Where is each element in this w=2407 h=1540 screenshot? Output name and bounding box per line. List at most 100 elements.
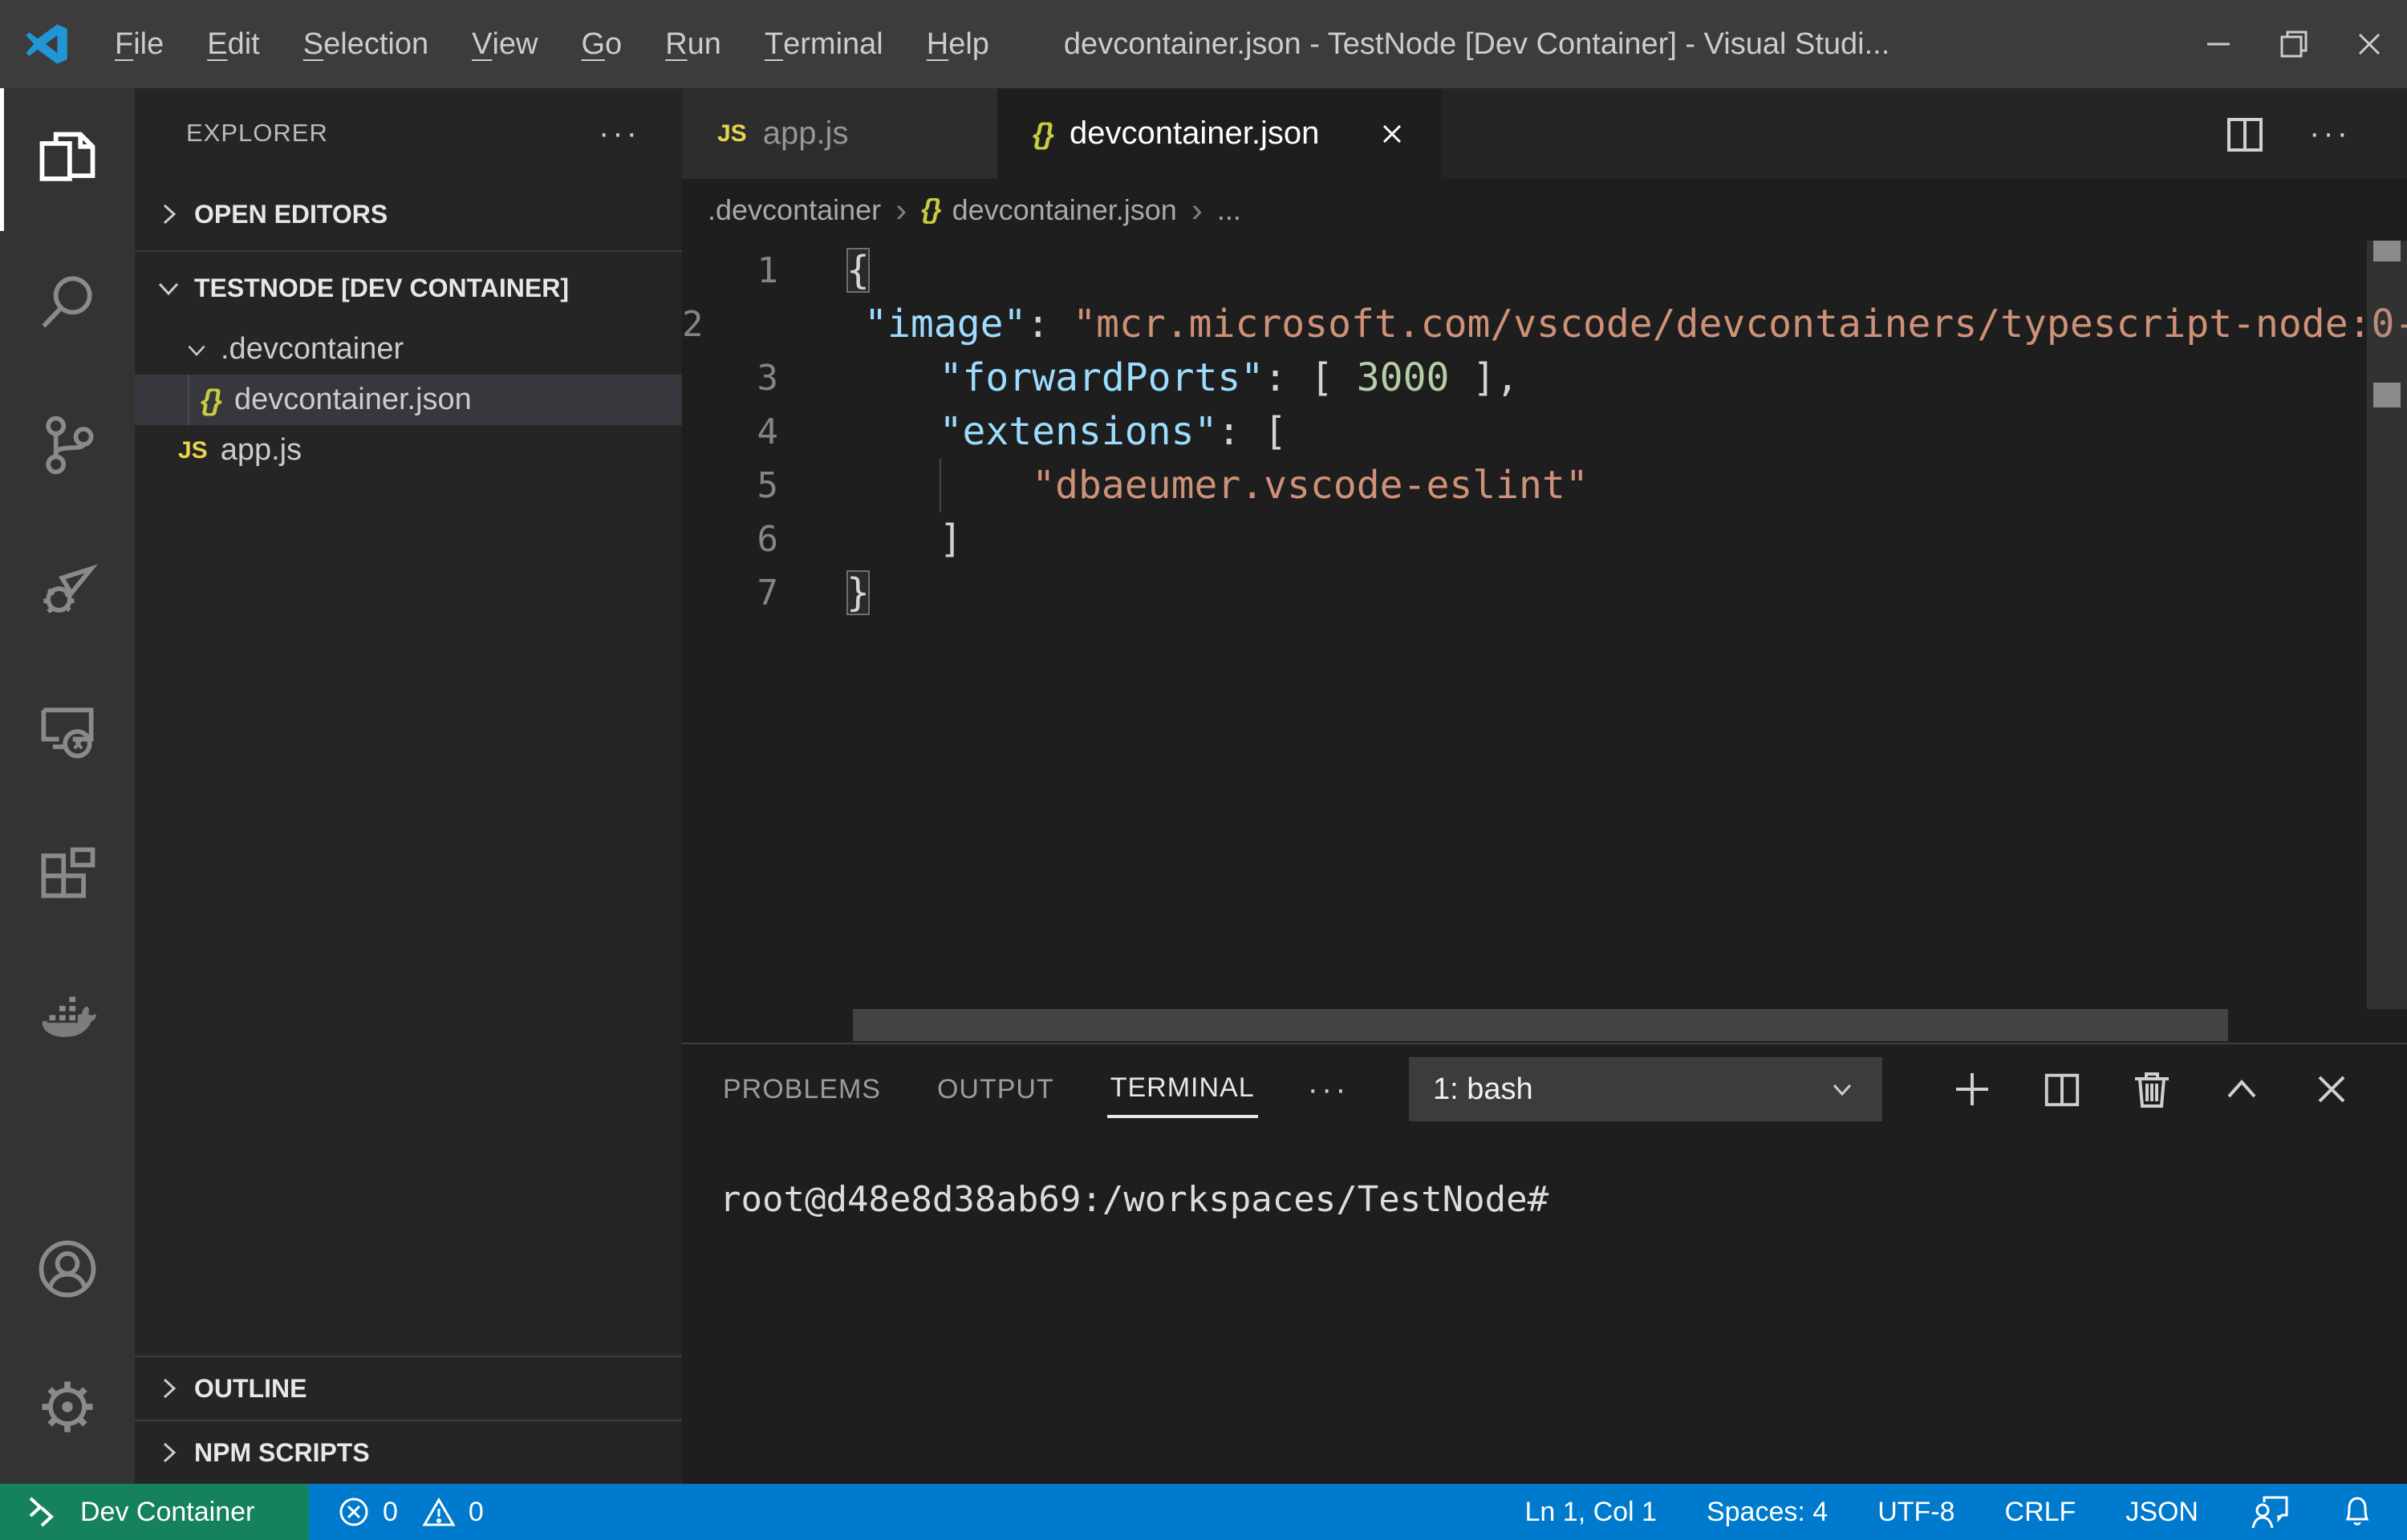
terminal-instance-label: 1: bash bbox=[1433, 1072, 1533, 1107]
tab-problems[interactable]: PROBLEMS bbox=[720, 1063, 884, 1116]
chevron-right-icon bbox=[151, 201, 186, 228]
minimize-button[interactable] bbox=[2181, 0, 2256, 88]
problems-status[interactable]: 0 0 bbox=[336, 1494, 484, 1530]
split-editor-icon bbox=[2224, 113, 2266, 155]
file-label: app.js bbox=[221, 433, 302, 468]
workspace-section[interactable]: TESTNODE [DEV CONTAINER] bbox=[135, 252, 682, 324]
terminal-prompt: root@d48e8d38ab69:/workspaces/TestNode# bbox=[720, 1179, 1549, 1220]
encoding-status[interactable]: UTF-8 bbox=[1877, 1497, 1954, 1528]
docker-icon bbox=[33, 982, 102, 1051]
remote-label: Dev Container bbox=[80, 1497, 254, 1528]
split-editor-button[interactable] bbox=[2224, 113, 2266, 155]
menu-help[interactable]: Help bbox=[905, 0, 1011, 88]
menu-go[interactable]: Go bbox=[559, 0, 643, 88]
menu-edit[interactable]: Edit bbox=[185, 0, 282, 88]
minimize-icon bbox=[2202, 28, 2234, 60]
open-editors-section[interactable]: OPEN EDITORS bbox=[135, 178, 682, 250]
activity-docker-button[interactable] bbox=[0, 945, 135, 1088]
activity-run-debug-button[interactable] bbox=[0, 517, 135, 659]
close-icon bbox=[2353, 28, 2385, 60]
code-line: 3 "forwardPorts": [ 3000 ], bbox=[682, 351, 2407, 405]
panel-more-actions-icon[interactable]: ··· bbox=[1308, 1072, 1350, 1108]
close-panel-button[interactable] bbox=[2306, 1064, 2357, 1115]
tab-app-js[interactable]: JS app.js bbox=[682, 88, 997, 179]
notifications-button[interactable] bbox=[2340, 1492, 2375, 1532]
npm-scripts-section[interactable]: NPM SCRIPTS bbox=[135, 1421, 682, 1484]
npm-scripts-label: NPM SCRIPTS bbox=[194, 1438, 370, 1468]
restore-button[interactable] bbox=[2256, 0, 2332, 88]
kill-terminal-button[interactable] bbox=[2126, 1064, 2178, 1115]
code-token: "forwardPorts" bbox=[940, 355, 1264, 400]
code-token: "mcr.microsoft.com/vscode/devcontainers/… bbox=[1073, 302, 2407, 346]
feedback-button[interactable] bbox=[2248, 1493, 2290, 1531]
chevron-down-icon bbox=[1826, 1077, 1858, 1101]
activity-source-control-button[interactable] bbox=[0, 374, 135, 517]
menu-file[interactable]: File bbox=[93, 0, 185, 88]
warning-count: 0 bbox=[469, 1497, 484, 1528]
settings-gear-icon bbox=[33, 1372, 102, 1441]
tree-item-devcontainer-folder[interactable]: .devcontainer bbox=[135, 324, 682, 375]
close-window-button[interactable] bbox=[2332, 0, 2407, 88]
menu-selection[interactable]: Selection bbox=[282, 0, 450, 88]
breadcrumb-folder[interactable]: .devcontainer bbox=[708, 193, 881, 227]
tab-output[interactable]: OUTPUT bbox=[934, 1063, 1057, 1116]
error-count: 0 bbox=[383, 1497, 398, 1528]
vertical-scrollbar[interactable] bbox=[2367, 241, 2407, 1009]
restore-icon bbox=[2276, 26, 2312, 62]
code-line: 4 "extensions": [ bbox=[682, 405, 2407, 459]
code-token: ] bbox=[846, 517, 963, 561]
activity-remote-explorer-button[interactable] bbox=[0, 659, 135, 802]
cursor-position[interactable]: Ln 1, Col 1 bbox=[1525, 1497, 1657, 1528]
tab-devcontainer-json[interactable]: {} devcontainer.json bbox=[997, 88, 1442, 179]
breadcrumbs: .devcontainer › {} devcontainer.json › .… bbox=[682, 179, 2407, 241]
line-number: 2 bbox=[682, 298, 704, 351]
code-line: 5 "dbaeumer.vscode-eslint" bbox=[682, 459, 2407, 513]
eol-status[interactable]: CRLF bbox=[2005, 1497, 2076, 1528]
menu-terminal[interactable]: Terminal bbox=[743, 0, 905, 88]
accounts-button[interactable] bbox=[0, 1200, 135, 1338]
tab-label: devcontainer.json bbox=[1070, 116, 1319, 152]
tree-item-app-js[interactable]: JS app.js bbox=[135, 425, 682, 476]
breadcrumb-symbol-tail[interactable]: ... bbox=[1217, 193, 1241, 227]
close-tab-button[interactable] bbox=[1378, 120, 1406, 148]
title-bar: File Edit Selection View Go Run Terminal… bbox=[0, 0, 2407, 88]
vscode-logo-icon bbox=[24, 22, 69, 67]
terminal[interactable]: root@d48e8d38ab69:/workspaces/TestNode# bbox=[682, 1134, 2407, 1484]
chevron-up-icon bbox=[2222, 1076, 2261, 1103]
activity-bar bbox=[0, 88, 135, 1484]
outline-label: OUTLINE bbox=[194, 1374, 306, 1404]
terminal-instance-select[interactable]: 1: bash bbox=[1409, 1057, 1882, 1121]
indent-guide bbox=[940, 459, 941, 513]
maximize-panel-button[interactable] bbox=[2216, 1064, 2267, 1115]
folder-label: .devcontainer bbox=[221, 332, 404, 367]
activity-extensions-button[interactable] bbox=[0, 802, 135, 945]
json-file-icon: {} bbox=[1033, 117, 1053, 151]
vscode-window: File Edit Selection View Go Run Terminal… bbox=[0, 0, 2407, 1540]
activity-explorer-button[interactable] bbox=[0, 88, 135, 231]
editor-more-actions-icon[interactable]: ··· bbox=[2309, 116, 2351, 152]
close-icon bbox=[2313, 1071, 2350, 1108]
remote-indicator[interactable]: Dev Container bbox=[0, 1484, 309, 1540]
error-icon bbox=[336, 1494, 371, 1530]
horizontal-scrollbar[interactable] bbox=[853, 1009, 2228, 1041]
sidebar-explorer: EXPLORER ··· OPEN EDITORS TESTNODE [DEV … bbox=[135, 88, 682, 1484]
tree-item-devcontainer-json[interactable]: {} devcontainer.json bbox=[135, 375, 682, 425]
code-token: "image" bbox=[864, 302, 1026, 346]
split-terminal-button[interactable] bbox=[2036, 1064, 2088, 1115]
tab-terminal[interactable]: TERMINAL bbox=[1107, 1061, 1258, 1118]
menu-view[interactable]: View bbox=[450, 0, 559, 88]
menu-run[interactable]: Run bbox=[643, 0, 743, 88]
window-title: devcontainer.json - TestNode [Dev Contai… bbox=[1064, 27, 1889, 62]
language-mode[interactable]: JSON bbox=[2125, 1497, 2198, 1528]
new-terminal-button[interactable] bbox=[1946, 1064, 1998, 1115]
json-file-icon: {} bbox=[201, 383, 221, 417]
overview-ruler-mark bbox=[2373, 383, 2401, 407]
code-line: 1 { bbox=[682, 244, 2407, 298]
settings-button[interactable] bbox=[0, 1338, 135, 1476]
outline-section[interactable]: OUTLINE bbox=[135, 1357, 682, 1420]
chevron-right-icon bbox=[151, 1439, 186, 1466]
activity-search-button[interactable] bbox=[0, 231, 135, 374]
code-editor[interactable]: 1 { 2 "image": "mcr.microsoft.com/vscode… bbox=[682, 241, 2407, 1043]
indentation-status[interactable]: Spaces: 4 bbox=[1707, 1497, 1828, 1528]
breadcrumb-file[interactable]: devcontainer.json bbox=[952, 193, 1177, 227]
